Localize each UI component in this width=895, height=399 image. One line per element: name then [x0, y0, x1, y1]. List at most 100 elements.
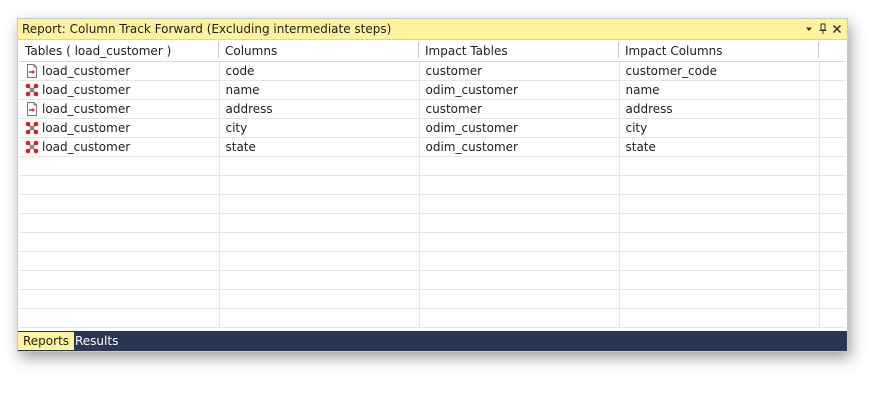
cell-column[interactable] [219, 156, 420, 176]
table-row[interactable] [19, 270, 846, 290]
table-row[interactable] [19, 308, 846, 328]
table-row[interactable] [19, 232, 846, 252]
table-row[interactable]: load_customer code customer customer_code [19, 61, 846, 81]
table-cell-content: load_customer [25, 102, 218, 116]
load-table-icon [25, 64, 42, 78]
cell-column[interactable]: name [219, 80, 420, 100]
table-row[interactable] [19, 156, 846, 176]
cell-impact-column[interactable] [619, 194, 820, 214]
cell-column[interactable]: address [219, 99, 420, 119]
cell-impact-column[interactable] [619, 175, 820, 195]
table-row[interactable]: load_customer state odim_customer state [19, 137, 846, 157]
cell-column[interactable] [219, 308, 420, 328]
cell-column[interactable] [219, 289, 420, 309]
bottom-tab-bar: Reports Results [18, 331, 847, 351]
table-row[interactable] [19, 175, 846, 195]
cell-text: load_customer [42, 64, 131, 78]
cell-impact-table[interactable]: customer [419, 61, 620, 81]
cell-table[interactable] [19, 175, 220, 195]
tab-results[interactable]: Results [70, 332, 123, 350]
cell-impact-table[interactable] [419, 232, 620, 252]
tab-reports[interactable]: Reports [18, 332, 75, 350]
table-row[interactable] [19, 289, 846, 309]
cell-filler [819, 213, 846, 233]
cell-impact-table[interactable]: odim_customer [419, 118, 620, 138]
cell-filler [819, 175, 846, 195]
cell-table[interactable] [19, 251, 220, 271]
table-row[interactable] [19, 213, 846, 233]
column-header-impact-tables[interactable]: Impact Tables [419, 40, 619, 62]
cell-impact-table[interactable] [419, 194, 620, 214]
cell-column[interactable] [219, 194, 420, 214]
cell-impact-column[interactable]: state [619, 137, 820, 157]
cell-table[interactable]: load_customer [19, 61, 220, 81]
cell-impact-column[interactable] [619, 232, 820, 252]
cell-impact-table[interactable] [419, 270, 620, 290]
cell-impact-column[interactable] [619, 289, 820, 309]
cell-text: load_customer [42, 140, 131, 154]
cell-impact-column[interactable]: city [619, 118, 820, 138]
close-icon[interactable] [830, 22, 844, 36]
cell-column[interactable]: code [219, 61, 420, 81]
cell-impact-table[interactable] [419, 213, 620, 233]
cell-impact-column[interactable]: customer_code [619, 61, 820, 81]
cell-impact-table[interactable] [419, 175, 620, 195]
cell-table[interactable]: load_customer [19, 80, 220, 100]
cell-impact-table[interactable] [419, 289, 620, 309]
cell-impact-column[interactable] [619, 251, 820, 271]
cell-impact-column[interactable] [619, 270, 820, 290]
column-header-tables[interactable]: Tables ( load_customer ) [19, 40, 219, 62]
cell-impact-table[interactable] [419, 156, 620, 176]
cell-column[interactable] [219, 251, 420, 271]
table-cell-content: load_customer [25, 83, 218, 97]
transform-table-icon [25, 140, 42, 154]
cell-column[interactable]: state [219, 137, 420, 157]
cell-table[interactable]: load_customer [19, 99, 220, 119]
cell-column[interactable] [219, 175, 420, 195]
table-row[interactable]: load_customer city odim_customer city [19, 118, 846, 138]
table-cell-content: load_customer [25, 140, 218, 154]
cell-filler [819, 308, 846, 328]
report-grid: Tables ( load_customer ) Columns Impact … [19, 40, 846, 330]
cell-filler [819, 118, 846, 138]
table-row[interactable]: load_customer address customer address [19, 99, 846, 119]
table-row[interactable]: load_customer name odim_customer name [19, 80, 846, 100]
cell-filler [819, 99, 846, 119]
column-header-columns[interactable]: Columns [219, 40, 419, 62]
cell-impact-table[interactable]: customer [419, 99, 620, 119]
cell-impact-table[interactable] [419, 251, 620, 271]
cell-table[interactable] [19, 289, 220, 309]
cell-filler [819, 270, 846, 290]
table-row[interactable] [19, 251, 846, 271]
cell-impact-column[interactable]: name [619, 80, 820, 100]
pin-icon[interactable] [816, 22, 830, 36]
cell-column[interactable] [219, 270, 420, 290]
cell-column[interactable] [219, 213, 420, 233]
report-window: Report: Column Track Forward (Excluding … [17, 18, 848, 352]
cell-table[interactable] [19, 213, 220, 233]
cell-table[interactable]: load_customer [19, 118, 220, 138]
cell-impact-table[interactable]: odim_customer [419, 137, 620, 157]
transform-table-icon [25, 121, 42, 135]
cell-column[interactable]: city [219, 118, 420, 138]
cell-impact-table[interactable] [419, 308, 620, 328]
cell-table[interactable] [19, 194, 220, 214]
cell-table[interactable]: load_customer [19, 137, 220, 157]
table-row[interactable] [19, 194, 846, 214]
cell-table[interactable] [19, 270, 220, 290]
cell-column[interactable] [219, 232, 420, 252]
dropdown-arrow-icon[interactable] [802, 22, 816, 36]
cell-impact-table[interactable]: odim_customer [419, 80, 620, 100]
title-bar[interactable]: Report: Column Track Forward (Excluding … [18, 19, 847, 40]
cell-impact-column[interactable] [619, 156, 820, 176]
cell-impact-column[interactable]: address [619, 99, 820, 119]
report-table: Tables ( load_customer ) Columns Impact … [19, 40, 846, 328]
cell-filler [819, 194, 846, 214]
cell-impact-column[interactable] [619, 213, 820, 233]
cell-table[interactable] [19, 308, 220, 328]
column-header-impact-columns[interactable]: Impact Columns [619, 40, 819, 62]
cell-table[interactable] [19, 232, 220, 252]
cell-impact-column[interactable] [619, 308, 820, 328]
grid-body: load_customer code customer customer_code lo… [19, 61, 846, 328]
cell-table[interactable] [19, 156, 220, 176]
